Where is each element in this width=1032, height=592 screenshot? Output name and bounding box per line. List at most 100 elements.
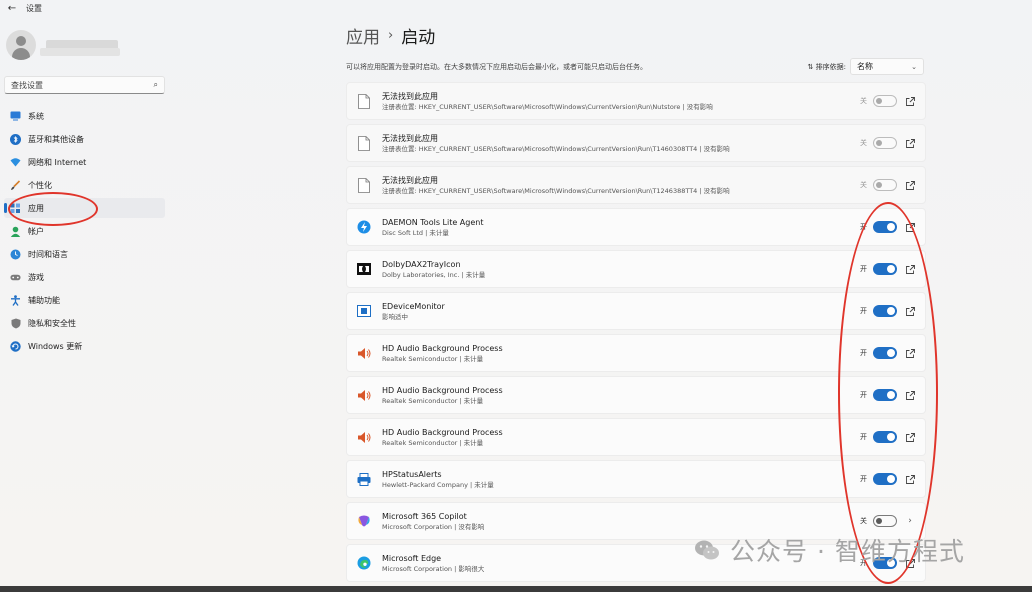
startup-toggle[interactable] (873, 179, 897, 191)
sidebar-item-9[interactable]: 隐私和安全性 (4, 313, 165, 333)
monitor-icon (10, 111, 21, 122)
row-controls: 开 (859, 377, 915, 413)
brush-icon (10, 179, 21, 191)
startup-toggle[interactable] (873, 389, 897, 401)
search-input[interactable] (11, 80, 154, 90)
app-publisher-impact: 注册表位置: HKEY_CURRENT_USER\Software\Micros… (382, 186, 730, 195)
list-item: HPStatusAlerts Hewlett-Packard Company | … (346, 460, 926, 498)
open-external-icon[interactable] (905, 432, 915, 442)
toggle-state-label: 开 (860, 223, 867, 231)
speaker-icon (356, 387, 372, 403)
sidebar-item-6[interactable]: 时间和语言 (4, 244, 165, 264)
sidebar-item-label: 时间和语言 (28, 249, 68, 259)
sidebar-item-8[interactable]: 辅助功能 (4, 290, 165, 310)
open-external-icon[interactable] (905, 96, 915, 106)
watermark: 公众号 · 智维方程式 (694, 532, 965, 568)
app-info: 无法找到此应用 注册表位置: HKEY_CURRENT_USER\Software… (382, 133, 730, 154)
sidebar-item-0[interactable]: 系统 (4, 106, 165, 126)
row-controls: 开 (859, 419, 915, 455)
list-item: DolbyDAX2TrayIcon Dolby Laboratories, Inc… (346, 250, 926, 288)
startup-toggle[interactable] (873, 431, 897, 443)
app-info: HD Audio Background Process Realtek Semic… (382, 343, 503, 364)
open-external-icon[interactable] (905, 348, 915, 358)
search-box[interactable]: ⌕ (4, 76, 165, 94)
breadcrumb-parent[interactable]: 应用 (346, 23, 380, 48)
open-external-icon[interactable] (905, 180, 915, 190)
toggle-state-label: 开 (860, 391, 867, 399)
breadcrumb-separator: › (388, 27, 394, 43)
sidebar-item-7[interactable]: 游戏 (4, 267, 165, 287)
wifi-icon (10, 157, 21, 168)
sidebar-item-label: 应用 (28, 203, 44, 213)
startup-toggle[interactable] (873, 347, 897, 359)
sidebar-item-2[interactable]: 网络和 Internet (4, 152, 165, 172)
startup-toggle[interactable] (873, 221, 897, 233)
accessibility-icon (10, 294, 21, 306)
sidebar-item-label: 帐户 (28, 226, 44, 236)
search-icon[interactable]: ⌕ (154, 80, 158, 90)
startup-toggle[interactable] (873, 95, 897, 107)
sidebar-item-3[interactable]: 个性化 (4, 175, 165, 195)
wechat-icon (695, 540, 719, 560)
open-external-icon[interactable] (905, 138, 915, 148)
app-name: HD Audio Background Process (382, 385, 503, 395)
toggle-state-label: 开 (860, 349, 867, 357)
startup-app-list: 无法找到此应用 注册表位置: HKEY_CURRENT_USER\Software… (346, 82, 926, 586)
app-info: EDeviceMonitor 影响适中 (382, 301, 445, 322)
list-item: HD Audio Background Process Realtek Semic… (346, 334, 926, 372)
settings-window: ← 设置 ⌕ 系统蓝牙和其他设备网络和 Internet个性化应用帐户时间和语言… (0, 0, 1032, 592)
taskbar (0, 586, 1032, 592)
app-name: Microsoft 365 Copilot (382, 511, 467, 521)
toggle-state-label: 开 (860, 265, 867, 273)
account-icon (10, 226, 21, 237)
gamepad-icon (10, 272, 21, 283)
app-name: DolbyDAX2TrayIcon (382, 259, 461, 269)
dolby-icon (356, 261, 372, 277)
row-controls: 开 (859, 461, 915, 497)
open-external-icon[interactable] (905, 474, 915, 484)
sort-dropdown[interactable]: 名称 ⌄ (850, 58, 924, 75)
list-item: HD Audio Background Process Realtek Semic… (346, 418, 926, 456)
open-external-icon[interactable] (905, 306, 915, 316)
row-controls: 关 (859, 125, 915, 161)
page-title: 启动 (401, 27, 436, 48)
daemon-tools-icon (356, 219, 372, 235)
startup-toggle[interactable] (873, 263, 897, 275)
sidebar-item-4[interactable]: 应用 (4, 198, 165, 218)
toggle-state-label: 关 (860, 139, 867, 147)
sidebar-item-1[interactable]: 蓝牙和其他设备 (4, 129, 165, 149)
sidebar-item-label: 蓝牙和其他设备 (28, 134, 84, 144)
startup-toggle[interactable] (873, 137, 897, 149)
speaker-icon (356, 429, 372, 445)
app-name: HD Audio Background Process (382, 427, 503, 437)
startup-toggle[interactable] (873, 305, 897, 317)
file-icon (356, 135, 372, 151)
chevron-right-icon[interactable]: › (905, 516, 915, 526)
startup-toggle[interactable] (873, 473, 897, 485)
sort-label: ⇅ 排序依据: (808, 62, 846, 72)
open-external-icon[interactable] (905, 390, 915, 400)
shield-icon (10, 318, 21, 329)
list-item: 无法找到此应用 注册表位置: HKEY_CURRENT_USER\Software… (346, 124, 926, 162)
list-item: 无法找到此应用 注册表位置: HKEY_CURRENT_USER\Software… (346, 82, 926, 120)
app-info: DAEMON Tools Lite Agent Disc Soft Ltd | 未… (382, 217, 483, 238)
row-controls: 开 (859, 335, 915, 371)
list-item: DAEMON Tools Lite Agent Disc Soft Ltd | 未… (346, 208, 926, 246)
app-name: 无法找到此应用 (382, 133, 438, 143)
app-name: 无法找到此应用 (382, 91, 438, 101)
app-publisher-impact: Dolby Laboratories, Inc. | 未计量 (382, 270, 486, 279)
app-name: 无法找到此应用 (382, 175, 438, 185)
back-button[interactable]: ← (4, 1, 20, 15)
startup-toggle[interactable] (873, 515, 897, 527)
open-external-icon[interactable] (905, 264, 915, 274)
edge-icon (356, 555, 372, 571)
sidebar-item-10[interactable]: Windows 更新 (4, 336, 165, 356)
app-publisher-impact: Microsoft Corporation | 影响很大 (382, 564, 485, 573)
app-name: HD Audio Background Process (382, 343, 503, 353)
sidebar-item-label: Windows 更新 (28, 341, 83, 351)
app-info: HPStatusAlerts Hewlett-Packard Company | … (382, 469, 494, 490)
sidebar-item-5[interactable]: 帐户 (4, 221, 165, 241)
sidebar-item-label: 个性化 (28, 180, 52, 190)
app-publisher-impact: Disc Soft Ltd | 未计量 (382, 228, 449, 237)
open-external-icon[interactable] (905, 222, 915, 232)
